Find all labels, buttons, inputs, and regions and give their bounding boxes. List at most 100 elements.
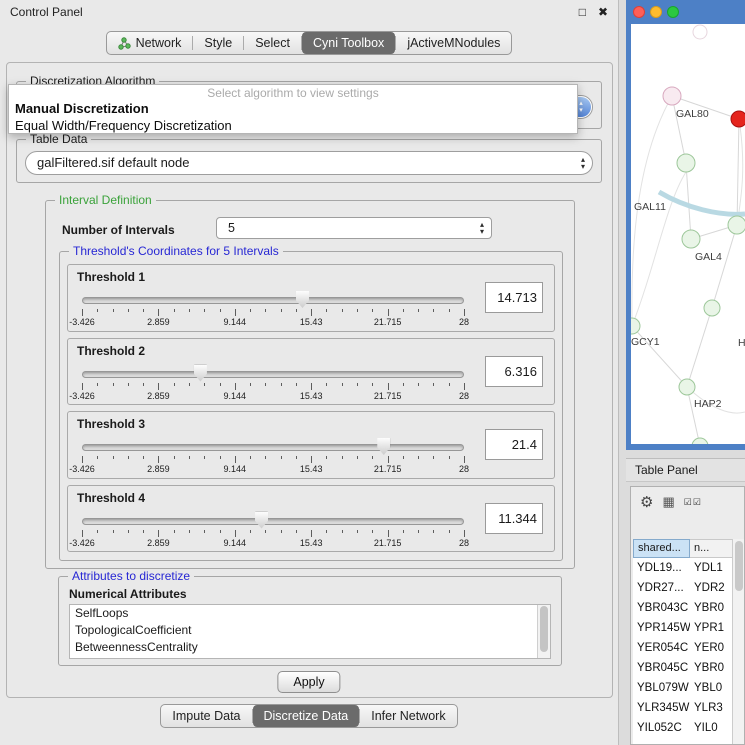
- tick-mark: [433, 383, 434, 386]
- tick-label: 15.43: [300, 317, 323, 327]
- tick-mark: [372, 309, 373, 312]
- tick-mark: [265, 309, 266, 312]
- threshold-panel-3: Threshold 3-3.4262.8599.14415.4321.71528…: [67, 411, 555, 479]
- interval-definition-group: Interval Definition Number of Intervals …: [45, 200, 575, 569]
- network-node-label: H: [738, 337, 745, 349]
- network-node[interactable]: [677, 154, 695, 172]
- network-node[interactable]: [704, 300, 720, 316]
- tab-cyni-toolbox[interactable]: Cyni Toolbox: [302, 32, 395, 54]
- network-node[interactable]: [663, 87, 681, 105]
- tick-mark: [342, 530, 343, 533]
- tick-mark: [388, 530, 389, 537]
- table-header: shared... n...: [633, 539, 732, 558]
- float-window-icon[interactable]: □: [579, 5, 586, 19]
- slider-track: [82, 371, 464, 378]
- tick-label: 9.144: [224, 317, 247, 327]
- column-header-shared-name[interactable]: shared...: [633, 539, 690, 558]
- threshold-slider[interactable]: -3.4262.8599.14415.4321.71528: [82, 290, 464, 328]
- table-row[interactable]: YIL052CYIL0: [633, 718, 732, 738]
- table-row[interactable]: YBR043CYBR0: [633, 598, 732, 618]
- network-node[interactable]: [692, 438, 708, 444]
- tab-discretize-data[interactable]: Discretize Data: [253, 705, 360, 727]
- tick-mark: [326, 383, 327, 386]
- tick-mark: [449, 309, 450, 312]
- minimize-traffic-light-icon[interactable]: [650, 6, 662, 18]
- network-icon-node: [118, 44, 122, 48]
- tab-jactivemnodules[interactable]: jActiveMNodules: [396, 32, 511, 54]
- network-node[interactable]: [679, 379, 695, 395]
- threshold-value-field[interactable]: 11.344: [485, 503, 543, 534]
- tick-mark: [158, 383, 159, 390]
- slider-thumb[interactable]: [255, 512, 268, 529]
- tab-style[interactable]: Style: [193, 32, 243, 54]
- threshold-value-field[interactable]: 14.713: [485, 282, 543, 313]
- network-icon-node: [125, 43, 129, 47]
- tick-mark: [433, 530, 434, 533]
- select-columns-icon[interactable]: ☑☑: [684, 497, 702, 508]
- tick-label: -3.426: [69, 317, 95, 327]
- table-row[interactable]: YER054CYER0: [633, 638, 732, 658]
- network-node[interactable]: [682, 230, 700, 248]
- threshold-slider[interactable]: -3.4262.8599.14415.4321.71528: [82, 511, 464, 549]
- table-row[interactable]: YDL19...YDL1: [633, 558, 732, 578]
- numerical-attributes-list[interactable]: SelfLoopsTopologicalCoefficientBetweenne…: [69, 604, 551, 659]
- slider-thumb[interactable]: [296, 291, 309, 308]
- dropdown-option-equal-width-frequency[interactable]: Equal Width/Frequency Discretization: [9, 117, 577, 134]
- tick-mark: [220, 309, 221, 312]
- close-traffic-light-icon[interactable]: [633, 6, 645, 18]
- tick-mark: [296, 456, 297, 459]
- network-node[interactable]: [731, 111, 745, 127]
- table-data-combobox[interactable]: galFiltered.sif default node ▴▾: [25, 151, 593, 175]
- network-edge: [737, 119, 739, 225]
- tick-label: 28: [459, 464, 469, 474]
- zoom-traffic-light-icon[interactable]: [667, 6, 679, 18]
- table-row[interactable]: YLR345WYLR3: [633, 698, 732, 718]
- threshold-value-field[interactable]: 21.4: [485, 429, 543, 460]
- gear-icon[interactable]: ⚙: [640, 493, 653, 511]
- tab-infer-network[interactable]: Infer Network: [360, 705, 456, 727]
- threshold-value-field[interactable]: 6.316: [485, 356, 543, 387]
- close-icon[interactable]: ✖: [598, 5, 608, 19]
- dropdown-option-manual-discretization[interactable]: Manual Discretization: [9, 100, 577, 117]
- table-row[interactable]: YBL079WYBL0: [633, 678, 732, 698]
- column-header-name[interactable]: n...: [690, 539, 732, 558]
- network-node[interactable]: [728, 216, 745, 234]
- attributes-scrollbar[interactable]: [537, 605, 550, 658]
- table-cell: YBL079W: [633, 678, 690, 698]
- slider-track: [82, 518, 464, 525]
- table-row[interactable]: YDR27...YDR2: [633, 578, 732, 598]
- scrollbar-thumb[interactable]: [735, 541, 743, 591]
- table-row[interactable]: YBR045CYBR0: [633, 658, 732, 678]
- slider-thumb[interactable]: [194, 365, 207, 382]
- scrollbar-thumb[interactable]: [540, 606, 548, 652]
- columns-icon[interactable]: ▦: [662, 494, 674, 510]
- network-canvas[interactable]: GAL80GAL11GAL4GCY1HAP2H: [631, 24, 745, 444]
- network-icon-node: [121, 37, 125, 41]
- tick-mark: [388, 383, 389, 390]
- table-cell: YDL19...: [633, 558, 690, 578]
- apply-button[interactable]: Apply: [277, 671, 340, 693]
- table-scrollbar[interactable]: [732, 539, 744, 744]
- table-panel: ⚙ ▦ ☑☑ shared... n... YDL19...YDL1YDR27.…: [630, 486, 745, 745]
- num-intervals-combobox[interactable]: 5 ▴▾: [216, 217, 492, 239]
- attribute-list-item[interactable]: BetweennessCentrality: [70, 639, 550, 656]
- tick-mark: [342, 383, 343, 386]
- network-node[interactable]: [631, 318, 640, 334]
- slider-thumb[interactable]: [377, 438, 390, 455]
- tick-mark: [158, 530, 159, 537]
- attribute-list-item[interactable]: SelfLoops: [70, 605, 550, 622]
- network-node[interactable]: [693, 25, 707, 39]
- table-row[interactable]: YPR145WYPR1: [633, 618, 732, 638]
- tick-mark: [235, 383, 236, 390]
- tab-select[interactable]: Select: [244, 32, 301, 54]
- combobox-stepper-icon[interactable]: ▴▾: [581, 156, 585, 170]
- threshold-slider[interactable]: -3.4262.8599.14415.4321.71528: [82, 364, 464, 402]
- table-cell: YPR1: [690, 618, 732, 638]
- tick-mark: [82, 309, 83, 316]
- combobox-stepper-icon[interactable]: ▴▾: [480, 221, 484, 235]
- attribute-list-item[interactable]: TopologicalCoefficient: [70, 622, 550, 639]
- tab-network[interactable]: Network: [107, 32, 193, 54]
- tick-mark: [189, 530, 190, 533]
- threshold-slider[interactable]: -3.4262.8599.14415.4321.71528: [82, 437, 464, 475]
- tab-impute-data[interactable]: Impute Data: [161, 705, 251, 727]
